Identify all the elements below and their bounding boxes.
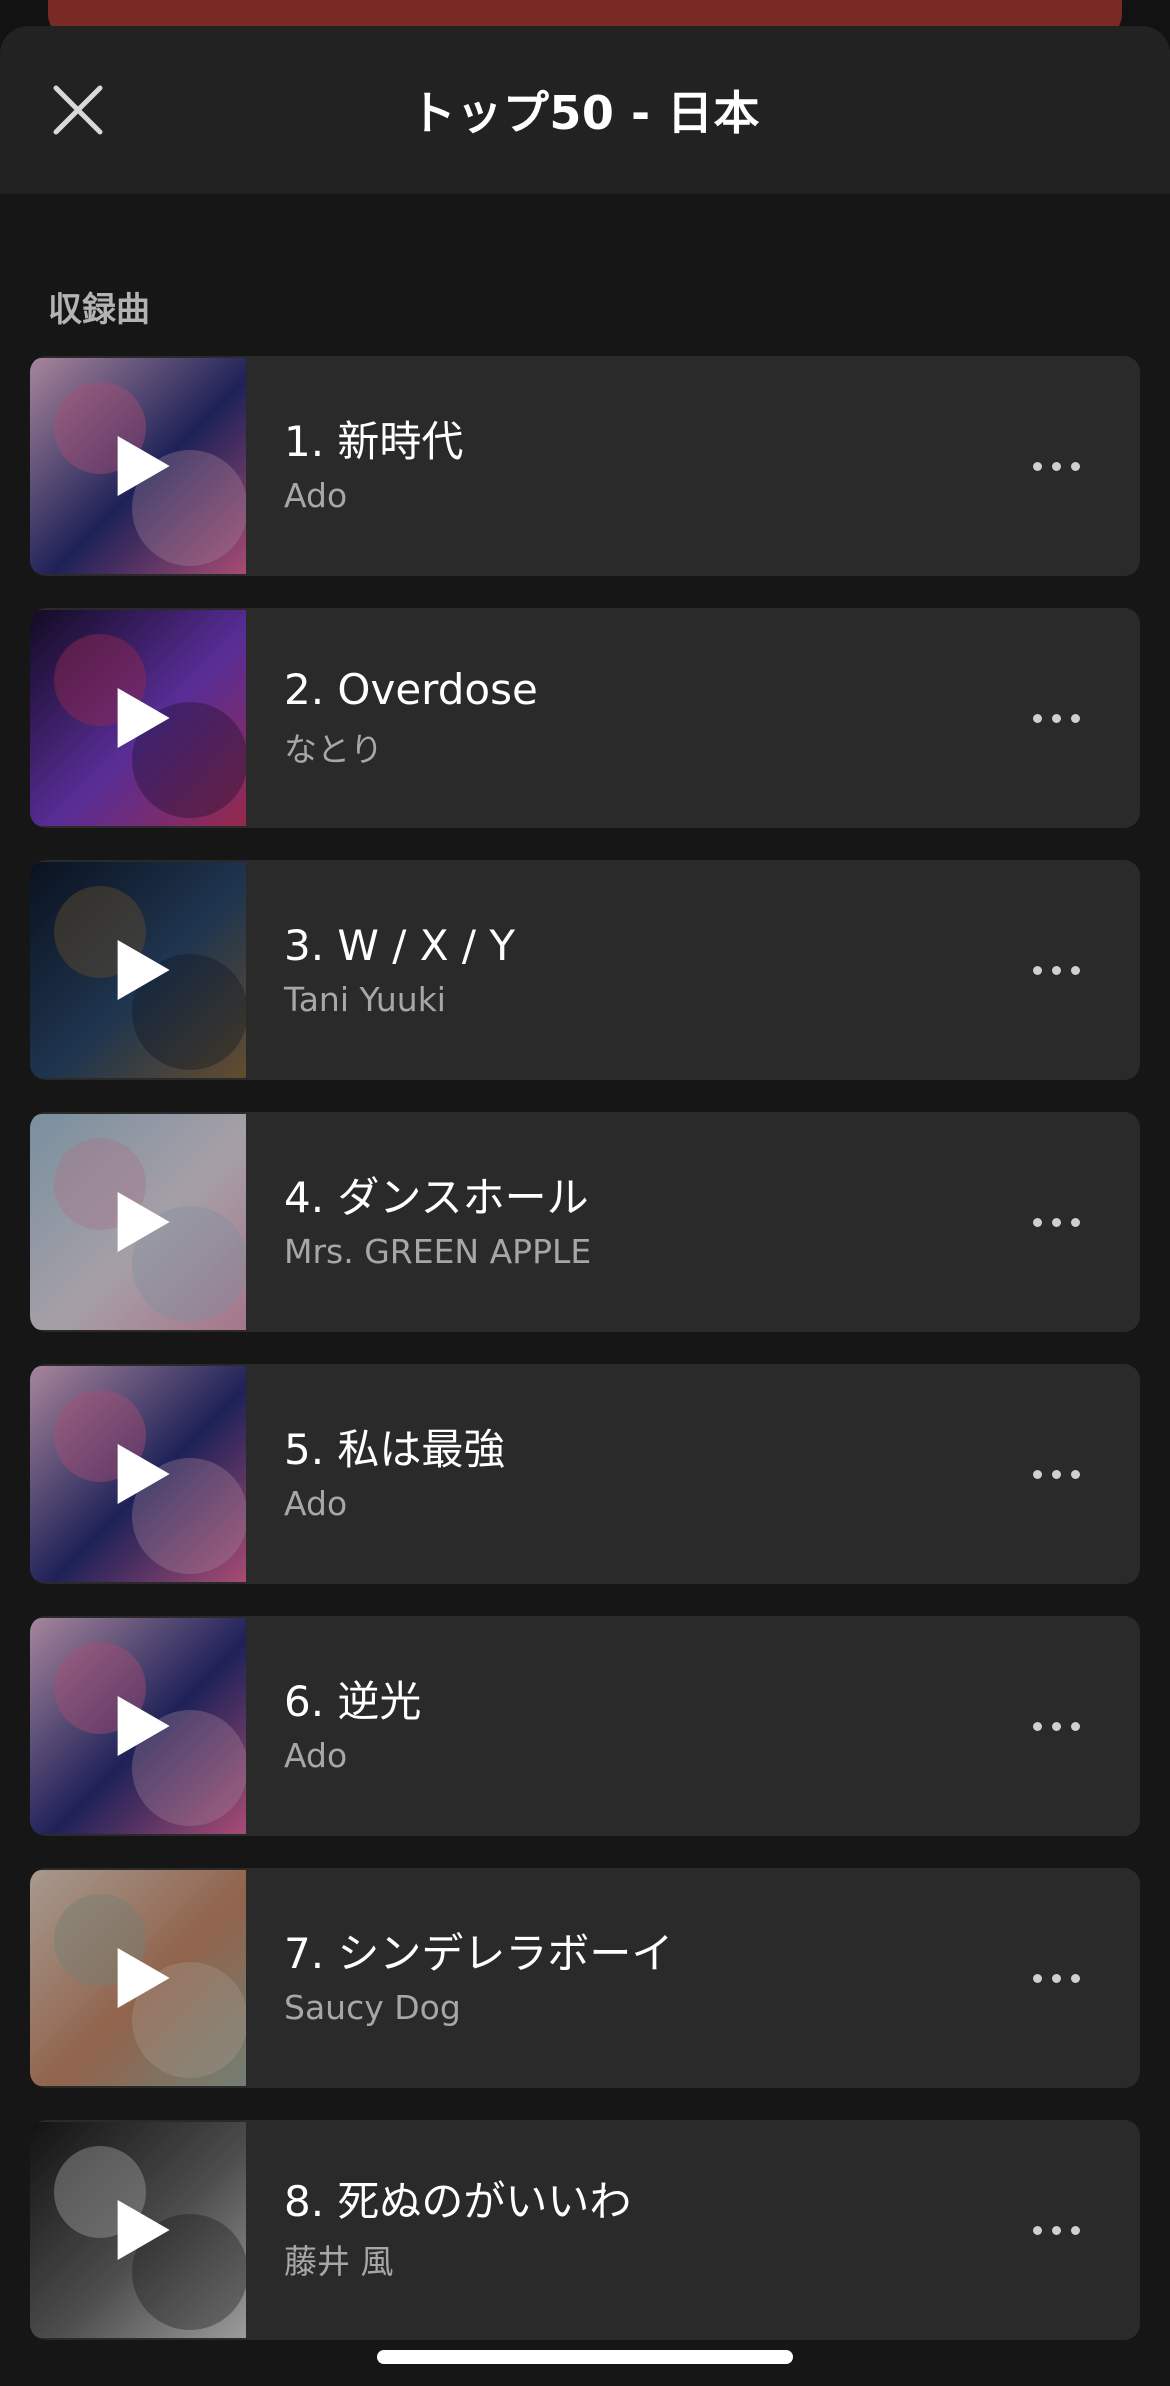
track-row[interactable]: 4. ダンスホール Mrs. GREEN APPLE: [30, 1112, 1140, 1332]
more-options-button[interactable]: [1006, 920, 1106, 1020]
album-cover[interactable]: [30, 610, 246, 826]
more-options-dot: [1070, 713, 1080, 723]
track-artist: なとり: [284, 730, 383, 770]
track-artist: 藤井 風: [284, 2242, 394, 2282]
album-cover[interactable]: [30, 1870, 246, 2086]
more-options-icon: [1028, 1721, 1085, 1731]
more-options-dot: [1070, 2225, 1080, 2235]
play-icon[interactable]: [114, 1694, 172, 1758]
track-title: 1. 新時代: [284, 417, 464, 467]
more-options-dot: [1070, 965, 1080, 975]
more-options-dot: [1032, 1721, 1042, 1731]
track-info: 8. 死ぬのがいいわ藤井 風: [284, 2177, 1006, 2283]
track-info: 7. シンデレラボーイ Saucy Dog: [284, 1929, 1006, 2026]
more-options-button[interactable]: [1006, 2180, 1106, 2280]
more-options-dot: [1032, 713, 1042, 723]
close-button[interactable]: [40, 72, 116, 148]
more-options-button[interactable]: [1006, 416, 1106, 516]
more-options-dot: [1032, 1217, 1042, 1227]
close-icon: [53, 85, 103, 135]
section-label: 収録曲: [48, 290, 150, 330]
play-icon[interactable]: [114, 434, 172, 498]
track-title: 4. ダンスホール: [284, 1173, 589, 1223]
more-options-button[interactable]: [1006, 1676, 1106, 1776]
more-options-button[interactable]: [1006, 668, 1106, 768]
more-options-icon: [1028, 1217, 1085, 1227]
track-row[interactable]: 2. Overdose なとり: [30, 608, 1140, 828]
track-artist: Ado: [284, 475, 348, 515]
track-info: 5. 私は最強 Ado: [284, 1425, 1006, 1522]
track-artist: Ado: [284, 1483, 348, 1523]
more-options-dot: [1051, 1973, 1061, 1983]
more-options-icon: [1028, 1973, 1085, 1983]
play-icon[interactable]: [114, 1442, 172, 1506]
track-row[interactable]: 7. シンデレラボーイ Saucy Dog: [30, 1868, 1140, 2088]
more-options-icon: [1028, 2225, 1085, 2235]
more-options-dot: [1051, 1217, 1061, 1227]
play-icon[interactable]: [114, 1190, 172, 1254]
more-options-dot: [1051, 1469, 1061, 1479]
track-artist: Mrs. GREEN APPLE: [284, 1231, 592, 1271]
more-options-dot: [1032, 965, 1042, 975]
more-options-dot: [1032, 1469, 1042, 1479]
track-title: 3. W / X / Y: [284, 921, 516, 971]
album-cover[interactable]: [30, 862, 246, 1078]
track-title: 5. 私は最強: [284, 1425, 506, 1475]
play-icon[interactable]: [114, 938, 172, 1002]
more-options-dot: [1032, 2225, 1042, 2235]
more-options-dot: [1051, 965, 1061, 975]
more-options-dot: [1070, 1721, 1080, 1731]
more-options-dot: [1032, 461, 1042, 471]
track-info: 4. ダンスホール Mrs. GREEN APPLE: [284, 1173, 1006, 1270]
more-options-dot: [1051, 1721, 1061, 1731]
track-row[interactable]: 1. 新時代 Ado: [30, 356, 1140, 576]
play-icon[interactable]: [114, 686, 172, 750]
more-options-icon: [1028, 1469, 1085, 1479]
album-cover[interactable]: [30, 358, 246, 574]
more-options-button[interactable]: [1006, 1928, 1106, 2028]
album-cover[interactable]: [30, 1114, 246, 1330]
track-row[interactable]: 8. 死ぬのがいいわ藤井 風: [30, 2120, 1140, 2340]
screen: トップ50 - 日本 収録曲 1. 新時代 Ado 2. Overdose なとり 3.…: [0, 0, 1170, 2386]
track-info: 1. 新時代 Ado: [284, 417, 1006, 514]
play-icon[interactable]: [114, 1946, 172, 2010]
more-options-icon: [1028, 461, 1085, 471]
track-info: 6. 逆光 Ado: [284, 1677, 1006, 1774]
track-row[interactable]: 6. 逆光 Ado: [30, 1616, 1140, 1836]
page-title: トップ50 - 日本: [409, 86, 761, 140]
more-options-icon: [1028, 965, 1085, 975]
track-row[interactable]: 5. 私は最強 Ado: [30, 1364, 1140, 1584]
track-artist: Ado: [284, 1735, 348, 1775]
more-options-dot: [1070, 1469, 1080, 1479]
album-cover[interactable]: [30, 2122, 246, 2338]
album-cover[interactable]: [30, 1618, 246, 1834]
more-options-dot: [1032, 1973, 1042, 1983]
more-options-dot: [1051, 713, 1061, 723]
sheet-header: トップ50 - 日本: [0, 26, 1170, 194]
track-artist: Tani Yuuki: [284, 979, 446, 1019]
more-options-button[interactable]: [1006, 1424, 1106, 1524]
track-list: 1. 新時代 Ado 2. Overdose なとり 3. W / X / Y Tani …: [30, 356, 1140, 2372]
play-icon[interactable]: [114, 2198, 172, 2262]
track-title: 6. 逆光: [284, 1677, 422, 1727]
more-options-dot: [1051, 461, 1061, 471]
more-options-dot: [1051, 2225, 1061, 2235]
more-options-dot: [1070, 1973, 1080, 1983]
home-indicator[interactable]: [377, 2350, 793, 2364]
track-info: 3. W / X / Y Tani Yuuki: [284, 921, 1006, 1018]
more-options-icon: [1028, 713, 1085, 723]
more-options-dot: [1070, 1217, 1080, 1227]
album-cover[interactable]: [30, 1366, 246, 1582]
track-info: 2. Overdose なとり: [284, 665, 1006, 771]
more-options-dot: [1070, 461, 1080, 471]
track-title: 7. シンデレラボーイ: [284, 1929, 674, 1979]
track-artist: Saucy Dog: [284, 1987, 461, 2027]
more-options-button[interactable]: [1006, 1172, 1106, 1272]
track-title: 2. Overdose: [284, 664, 538, 714]
track-row[interactable]: 3. W / X / Y Tani Yuuki: [30, 860, 1140, 1080]
track-title: 8. 死ぬのがいいわ: [284, 2176, 632, 2226]
